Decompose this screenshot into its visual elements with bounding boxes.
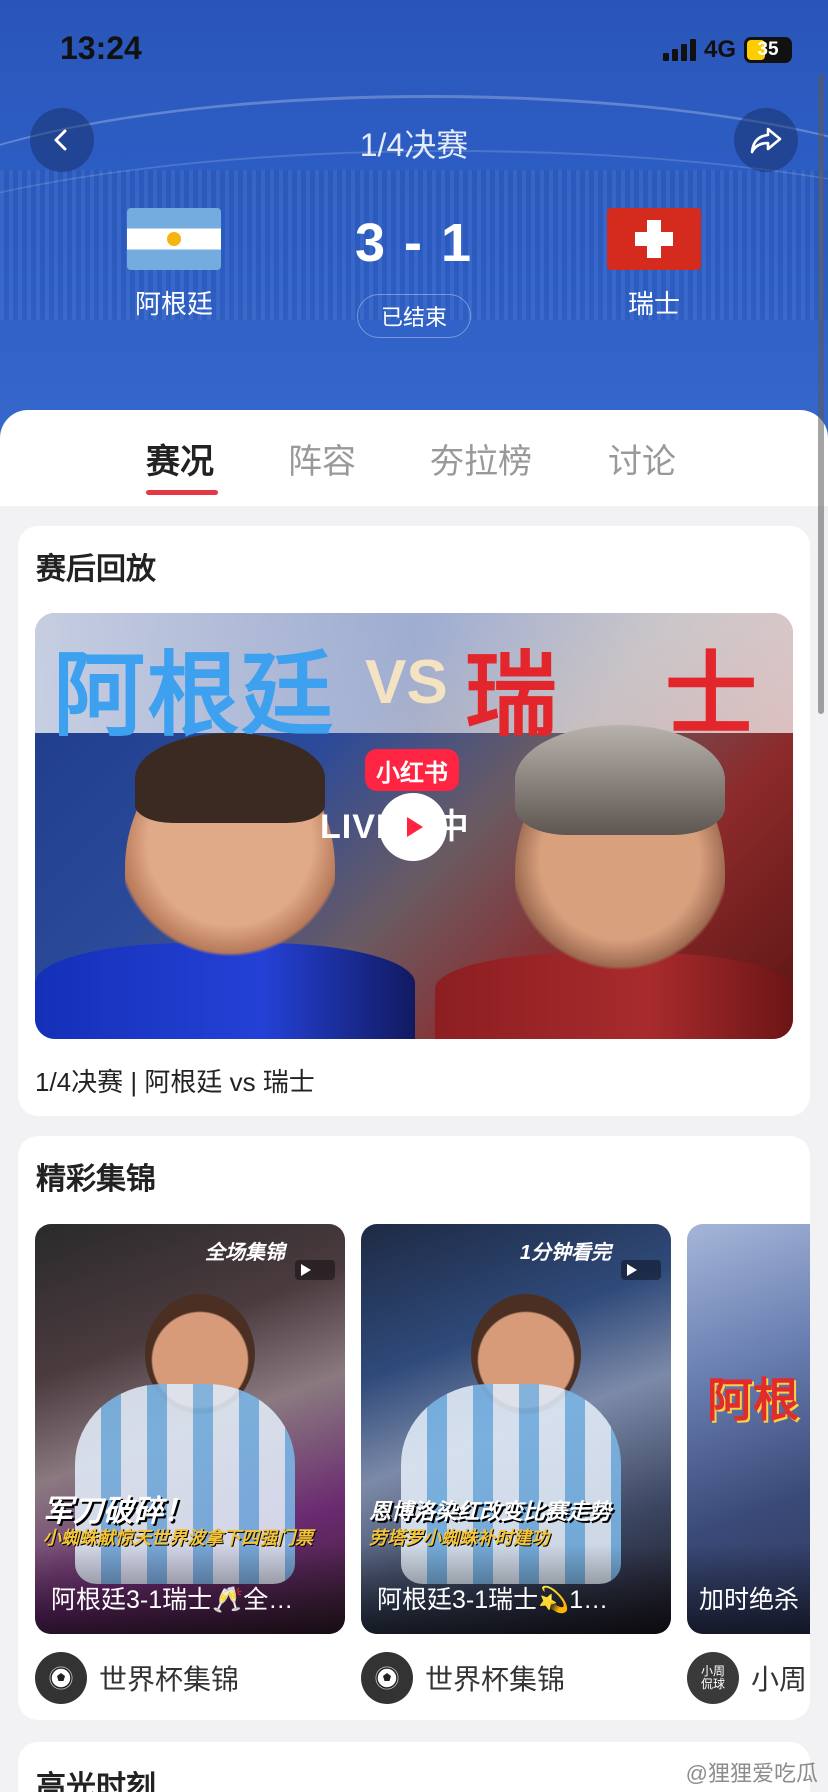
xiaohongshu-badge: 小红书 bbox=[365, 749, 459, 791]
away-team[interactable]: 瑞士 bbox=[594, 208, 714, 321]
highlight-title: 阿根廷3-1瑞士🥂全… bbox=[51, 1586, 294, 1614]
share-button[interactable] bbox=[734, 108, 798, 172]
highlight-item[interactable]: 阿根 加时绝杀 小周 侃球 小周 bbox=[687, 1224, 810, 1704]
author-avatar bbox=[35, 1652, 87, 1704]
author-name: 小周 bbox=[751, 1664, 808, 1695]
watermark: @狸狸爱吃瓜 bbox=[685, 1761, 818, 1786]
highlight-author[interactable]: 小周 侃球 小周 bbox=[687, 1652, 807, 1704]
section-title: 高光时刻 bbox=[36, 1771, 156, 1792]
coach-left-hair bbox=[135, 733, 325, 823]
tab-discussion[interactable]: 讨论 bbox=[608, 434, 676, 483]
thumbnail-tag: 全场集锦 bbox=[205, 1242, 285, 1264]
replay-caption[interactable]: 1/4决赛 | 阿根廷 vs 瑞士 bbox=[35, 1062, 315, 1099]
thumbnail-headline: 阿根 bbox=[707, 1374, 799, 1426]
author-avatar bbox=[361, 1652, 413, 1704]
highlight-item[interactable]: 全场集锦 军刀破碎！ 小蜘蛛献惊天世界波拿下四强门票 阿根廷3-1瑞士🥂全… 世… bbox=[35, 1224, 345, 1704]
highlight-thumbnail[interactable]: 全场集锦 军刀破碎！ 小蜘蛛献惊天世界波拿下四强门票 阿根廷3-1瑞士🥂全… bbox=[35, 1224, 345, 1634]
active-tab-indicator bbox=[146, 490, 218, 495]
author-avatar: 小周 侃球 bbox=[687, 1652, 739, 1704]
away-team-name: 瑞士 bbox=[627, 289, 680, 319]
battery-icon: 35 bbox=[744, 37, 792, 63]
status-indicators: 4G 35 bbox=[662, 36, 792, 64]
switzerland-flag-icon bbox=[607, 208, 701, 270]
scrollbar[interactable] bbox=[818, 74, 824, 714]
play-icon bbox=[407, 817, 423, 837]
highlights-section: 精彩集锦 全场集锦 军刀破碎！ 小蜘蛛献惊天世界波拿下四强门票 阿根廷3-1瑞士… bbox=[18, 1136, 810, 1720]
share-icon bbox=[750, 127, 782, 154]
status-time: 13:24 bbox=[60, 30, 142, 66]
tab-match-status[interactable]: 赛况 bbox=[146, 434, 214, 483]
soccer-ball-icon bbox=[50, 1667, 72, 1689]
battery-level: 35 bbox=[757, 39, 779, 60]
section-title: 精彩集锦 bbox=[36, 1163, 156, 1196]
round-title: 1/4决赛 bbox=[359, 127, 469, 163]
highlights-carousel[interactable]: 全场集锦 军刀破碎！ 小蜘蛛献惊天世界波拿下四强门票 阿根廷3-1瑞士🥂全… 世… bbox=[35, 1224, 810, 1714]
highlight-title: 阿根廷3-1瑞士💫1… bbox=[377, 1586, 609, 1614]
section-title: 赛后回放 bbox=[36, 553, 156, 586]
replay-video[interactable]: 阿根廷 VS 瑞 士 小红书 LIVE播中 bbox=[35, 613, 793, 1039]
replay-section: 赛后回放 阿根廷 VS 瑞 士 小红书 LIVE播中 1/4决赛 | 阿根廷 v… bbox=[18, 526, 810, 1116]
network-type: 4G bbox=[703, 36, 736, 63]
match-status-badge: 已结束 bbox=[357, 294, 471, 338]
highlight-title: 加时绝杀 bbox=[699, 1586, 800, 1614]
thumbnail-tag: 1分钟看完 bbox=[519, 1242, 611, 1264]
video-play-icon bbox=[295, 1260, 335, 1280]
tab-rating-board[interactable]: 夯拉榜 bbox=[430, 434, 532, 483]
highlight-thumbnail[interactable]: 阿根 加时绝杀 bbox=[687, 1224, 810, 1634]
status-bar: 13:24 4G 35 bbox=[0, 0, 828, 100]
play-button[interactable] bbox=[379, 793, 447, 861]
highlight-item[interactable]: 1分钟看完 恩博洛染红改变比赛走势 劳塔罗小蜘蛛补时建功 阿根廷3-1瑞士💫1…… bbox=[361, 1224, 671, 1704]
match-header: 13:24 4G 35 1/4决赛 阿根廷 3 - 1 已结束 瑞士 bbox=[0, 0, 828, 440]
thumbnail-headline: 恩博洛染红改变比赛走势 bbox=[369, 1499, 612, 1524]
highlight-thumbnail[interactable]: 1分钟看完 恩博洛染红改变比赛走势 劳塔罗小蜘蛛补时建功 阿根廷3-1瑞士💫1… bbox=[361, 1224, 671, 1634]
tab-lineup[interactable]: 阵容 bbox=[288, 434, 356, 483]
author-name: 世界杯集锦 bbox=[99, 1664, 240, 1695]
video-title-home: 阿根廷 bbox=[53, 645, 336, 747]
author-name: 世界杯集锦 bbox=[425, 1664, 566, 1695]
video-play-icon bbox=[621, 1260, 661, 1280]
highlight-author[interactable]: 世界杯集锦 bbox=[35, 1652, 239, 1704]
coach-right-hair bbox=[515, 725, 725, 835]
tab-bar: 赛况 阵容 夯拉榜 讨论 bbox=[0, 410, 828, 506]
home-team-name: 阿根廷 bbox=[134, 289, 213, 319]
video-title-vs: VS bbox=[365, 648, 448, 717]
signal-icon bbox=[662, 39, 696, 61]
soccer-ball-icon bbox=[376, 1667, 398, 1689]
video-title-away-1: 瑞 bbox=[465, 645, 558, 747]
highlight-author[interactable]: 世界杯集锦 bbox=[361, 1652, 565, 1704]
